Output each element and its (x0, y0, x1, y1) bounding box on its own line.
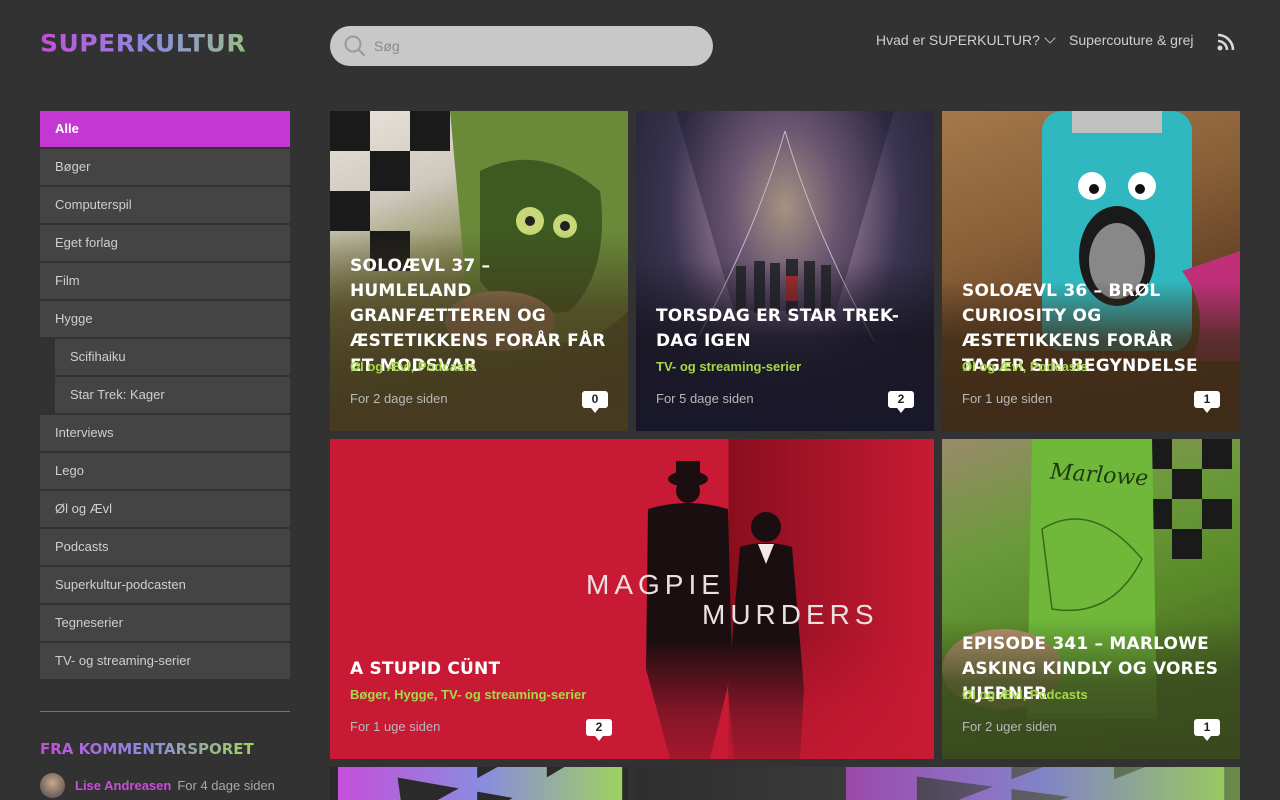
post-card[interactable]: Torsdag er Star Trek-dag igen TV- og str… (636, 111, 934, 431)
sidebar-item-tegneserier[interactable]: Tegneserier (40, 605, 290, 641)
sidebar-item-hygge[interactable]: Hygge (40, 301, 290, 337)
post-categories: Øl og Ævl, Podcasts (962, 359, 1088, 374)
sidebar-item-computerspil[interactable]: Computerspil (40, 187, 290, 223)
post-categories: Bøger, Hygge, TV- og streaming-serier (350, 687, 587, 702)
post-date: For 1 uge siden (350, 719, 441, 734)
nav-about[interactable]: Hvad er SUPERKULTUR? (876, 32, 1056, 48)
post-card[interactable]: Soloævl 36 – Brøl Curiosity og æstetikke… (942, 111, 1240, 431)
comment-count-badge[interactable]: 2 (586, 719, 612, 741)
recent-comment: Lise Andreasen For 4 dage siden (40, 773, 275, 798)
category-link[interactable]: Podcasts (418, 359, 476, 374)
post-card[interactable]: Marlowe Episode 341 – Marlowe asking kin… (942, 439, 1240, 759)
comment-author[interactable]: Lise Andreasen (75, 778, 171, 793)
post-date: For 2 dage siden (350, 391, 448, 406)
post-date: For 5 dage siden (656, 391, 754, 406)
category-link[interactable]: Øl og Ævl (962, 687, 1023, 702)
category-link[interactable]: Podcasts (1030, 359, 1088, 374)
comment-time: For 4 dage siden (177, 778, 275, 793)
sidebar-divider (40, 711, 290, 712)
category-link[interactable]: Podcasts (1030, 687, 1088, 702)
partial-image (846, 767, 1225, 800)
post-card-partial[interactable] (636, 767, 1240, 800)
category-link[interactable]: Hygge (394, 687, 434, 702)
search-box[interactable] (330, 26, 713, 66)
sidebar-item-podcasts[interactable]: Podcasts (40, 529, 290, 565)
category-link[interactable]: Øl og Ævl (962, 359, 1023, 374)
comment-count-badge[interactable]: 2 (888, 391, 914, 413)
sidebar-item-eget-forlag[interactable]: Eget forlag (40, 225, 290, 261)
sidebar-item-ol-og-aevl[interactable]: Øl og Ævl (40, 491, 290, 527)
post-title[interactable]: Torsdag er Star Trek-dag igen (656, 304, 914, 354)
sidebar-item-lego[interactable]: Lego (40, 453, 290, 489)
sidebar-item-interviews[interactable]: Interviews (40, 415, 290, 451)
search-icon (344, 35, 366, 57)
chevron-down-icon (1044, 32, 1056, 44)
comment-count-badge[interactable]: 1 (1194, 391, 1220, 413)
category-link[interactable]: TV- og streaming-serier (656, 359, 801, 374)
sidebar-item-tv-streaming[interactable]: TV- og streaming-serier (40, 643, 290, 679)
nav-supercouture[interactable]: Supercouture & grej (1069, 32, 1194, 48)
partial-image (338, 767, 623, 800)
sidebar-item-scifihaiku[interactable]: Scifihaiku (55, 339, 290, 375)
nav-supercouture-label: Supercouture & grej (1069, 32, 1194, 48)
category-sidebar: Alle Bøger Computerspil Eget forlag Film… (40, 111, 290, 681)
post-card[interactable]: Soloævl 37 – Humleland Granfætteren og æ… (330, 111, 628, 431)
post-categories: Øl og Ævl, Podcasts (350, 359, 476, 374)
image-text-magpie: MAGPIE (586, 569, 725, 600)
post-title[interactable]: A Stupid Cünt (350, 657, 914, 682)
post-card-partial[interactable] (330, 767, 628, 800)
avatar (40, 773, 65, 798)
comment-count-badge[interactable]: 0 (582, 391, 608, 413)
category-link[interactable]: Bøger (350, 687, 387, 702)
sidebar-item-star-trek-kager[interactable]: Star Trek: Kager (55, 377, 290, 413)
rss-icon[interactable] (1217, 33, 1235, 51)
post-date: For 2 uger siden (962, 719, 1057, 734)
search-input[interactable] (374, 26, 694, 66)
post-date: For 1 uge siden (962, 391, 1053, 406)
sidebar-item-film[interactable]: Film (40, 263, 290, 299)
comment-count-badge[interactable]: 1 (1194, 719, 1220, 741)
nav-about-label: Hvad er SUPERKULTUR? (876, 32, 1040, 48)
category-link[interactable]: TV- og streaming-serier (441, 687, 586, 702)
post-categories: TV- og streaming-serier (656, 359, 801, 374)
sidebar-item-boger[interactable]: Bøger (40, 149, 290, 185)
post-categories: Øl og Ævl, Podcasts (962, 687, 1088, 702)
sidebar-item-alle[interactable]: Alle (40, 111, 290, 147)
category-link[interactable]: Øl og Ævl (350, 359, 411, 374)
image-text-murders: MURDERS (702, 599, 879, 630)
site-logo[interactable]: SUPERKULTUR (40, 32, 290, 56)
logo-text: SUPERKULTUR (40, 32, 290, 56)
post-card[interactable]: MAGPIE MURDERS A Stupid Cünt Bøger, Hygg… (330, 439, 934, 759)
comments-heading: FRA KOMMENTARSPORET (40, 740, 254, 758)
sidebar-item-superkultur-podcasten[interactable]: Superkultur-podcasten (40, 567, 290, 603)
